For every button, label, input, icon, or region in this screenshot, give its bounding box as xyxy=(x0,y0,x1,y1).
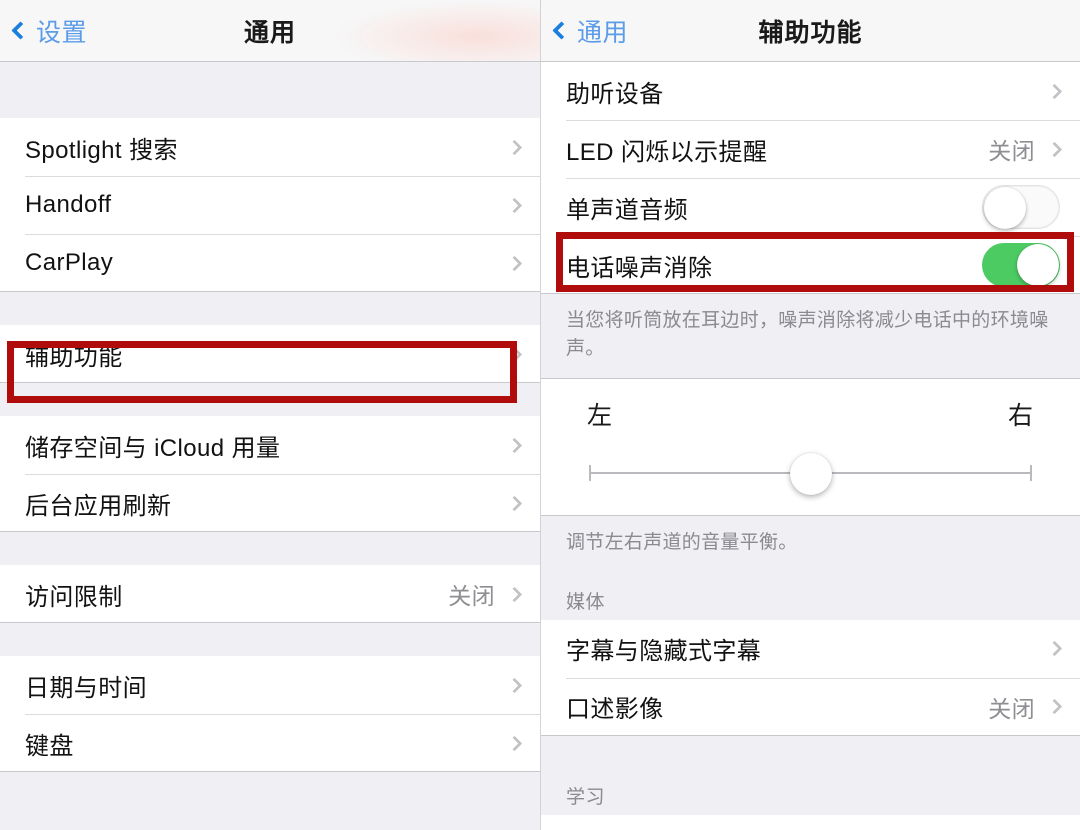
left-row-date-time[interactable]: 日期与时间 xyxy=(0,656,540,714)
right-back-button[interactable]: 通用 xyxy=(552,13,629,49)
toggle-knob xyxy=(984,187,1026,229)
row-label: 访问限制 xyxy=(25,583,123,611)
dual-screenshot-container: 通用 设置 Spotlight 搜索 Handoff CarPlay 辅助功能 … xyxy=(0,0,1080,830)
left-panel-general-settings: 通用 设置 Spotlight 搜索 Handoff CarPlay 辅助功能 … xyxy=(0,0,540,830)
row-label: 引导式访问 xyxy=(566,826,988,830)
right-row-subtitles[interactable]: 字幕与隐藏式字幕 xyxy=(541,619,1080,678)
left-row-background-refresh[interactable]: 后台应用刷新 xyxy=(0,474,540,532)
chevron-left-icon xyxy=(11,21,30,40)
row-label: 电话噪声消除 xyxy=(566,254,713,282)
left-row-storage-icloud[interactable]: 储存空间与 iCloud 用量 xyxy=(0,416,540,474)
right-row-led-flash[interactable]: LED 闪烁以示提醒 关闭 xyxy=(541,120,1080,178)
slider-tick-right xyxy=(1030,465,1032,482)
left-group-datetime: 日期与时间 键盘 xyxy=(0,656,540,772)
chevron-right-icon xyxy=(506,586,523,602)
row-label: 键盘 xyxy=(25,732,74,760)
chevron-right-icon xyxy=(1046,698,1063,715)
row-label: 辅助功能 xyxy=(25,343,123,371)
chevron-right-icon xyxy=(506,139,523,155)
chevron-right-icon xyxy=(506,255,523,271)
balance-slider-group: 左 右 xyxy=(541,378,1080,517)
chevron-right-icon xyxy=(1046,640,1063,657)
row-label: CarPlay xyxy=(25,249,114,276)
row-label: 助听设备 xyxy=(566,80,664,108)
row-value: 关闭 xyxy=(448,583,495,609)
right-panel-accessibility-settings: 辅助功能 通用 助听设备 LED 闪烁以示提醒 关闭 单声道音频 电话噪声消除 … xyxy=(540,0,1080,830)
row-label: 储存空间与 iCloud 用量 xyxy=(25,434,281,462)
slider-tick-left xyxy=(589,465,591,482)
chevron-right-icon xyxy=(506,677,523,693)
left-group-accessibility: 辅助功能 xyxy=(0,325,540,383)
left-row-handoff[interactable]: Handoff xyxy=(0,176,540,234)
phone-noise-cancellation-toggle[interactable] xyxy=(982,243,1060,287)
right-group-learning: 引导式访问 关闭 xyxy=(541,814,1080,830)
right-row-phone-noise-cancellation[interactable]: 电话噪声消除 xyxy=(541,236,1080,294)
chevron-right-icon xyxy=(506,197,523,213)
right-group-hearing: 助听设备 LED 闪烁以示提醒 关闭 单声道音频 电话噪声消除 xyxy=(541,62,1080,294)
right-nav-bar: 辅助功能 通用 xyxy=(541,0,1080,62)
chevron-right-icon xyxy=(1046,141,1063,157)
left-back-button[interactable]: 设置 xyxy=(11,13,88,49)
balance-slider[interactable] xyxy=(589,453,1032,496)
left-row-carplay[interactable]: CarPlay xyxy=(0,234,540,292)
right-row-mono-audio[interactable]: 单声道音频 xyxy=(541,178,1080,236)
right-back-label: 通用 xyxy=(577,18,629,47)
balance-slider-labels: 左 右 xyxy=(541,388,1080,432)
slider-thumb[interactable] xyxy=(789,453,832,496)
row-value: 关闭 xyxy=(988,695,1035,722)
footnote-noise-cancellation: 当您将听筒放在耳边时，噪声消除将减少电话中的环境噪声。 xyxy=(541,294,1080,379)
row-label: Handoff xyxy=(25,191,112,218)
right-row-guided-access[interactable]: 引导式访问 关闭 xyxy=(541,814,1080,830)
left-gap-2 xyxy=(0,383,540,416)
mono-audio-toggle[interactable] xyxy=(982,185,1060,229)
left-gap-4 xyxy=(0,623,540,656)
row-value: 关闭 xyxy=(988,138,1035,164)
left-row-keyboard[interactable]: 键盘 xyxy=(0,714,540,772)
left-gap-top xyxy=(0,62,540,118)
row-label: Spotlight 搜索 xyxy=(25,136,178,164)
left-nav-bar: 通用 设置 xyxy=(0,0,540,62)
balance-right-label: 右 xyxy=(1007,402,1034,431)
chevron-right-icon xyxy=(506,735,523,751)
left-back-label: 设置 xyxy=(36,18,88,47)
right-row-hearing-device[interactable]: 助听设备 xyxy=(541,62,1080,120)
balance-left-label: 左 xyxy=(587,402,614,431)
chevron-right-icon xyxy=(506,437,523,453)
chevron-left-icon xyxy=(552,21,571,40)
left-group-spotlight: Spotlight 搜索 Handoff CarPlay xyxy=(0,118,540,292)
row-label: 字幕与隐藏式字幕 xyxy=(566,638,762,666)
row-label: 单声道音频 xyxy=(566,196,688,224)
section-header-media: 媒体 xyxy=(541,572,1080,620)
left-gap-3 xyxy=(0,532,540,565)
left-row-restrictions[interactable]: 访问限制 关闭 xyxy=(0,565,540,623)
left-row-spotlight[interactable]: Spotlight 搜索 xyxy=(0,118,540,176)
chevron-right-icon xyxy=(506,495,523,511)
left-group-storage: 储存空间与 iCloud 用量 后台应用刷新 xyxy=(0,416,540,532)
toggle-knob xyxy=(1017,244,1059,286)
right-row-audio-descriptions[interactable]: 口述影像 关闭 xyxy=(541,677,1080,736)
chevron-right-icon xyxy=(1046,83,1063,99)
right-group-media: 字幕与隐藏式字幕 口述影像 关闭 xyxy=(541,619,1080,736)
row-label: 后台应用刷新 xyxy=(25,492,172,520)
right-gap-1 xyxy=(541,735,1080,768)
row-label: LED 闪烁以示提醒 xyxy=(566,138,768,166)
left-gap-1 xyxy=(0,292,540,325)
row-label: 口述影像 xyxy=(566,696,664,724)
row-value: 关闭 xyxy=(988,827,1035,830)
left-group-restrictions: 访问限制 关闭 xyxy=(0,565,540,623)
chevron-right-icon xyxy=(506,346,523,362)
footnote-balance: 调节左右声道的音量平衡。 xyxy=(541,516,1080,573)
section-header-learning: 学习 xyxy=(541,767,1080,815)
left-row-accessibility[interactable]: 辅助功能 xyxy=(0,325,540,383)
row-label: 日期与时间 xyxy=(25,674,147,702)
